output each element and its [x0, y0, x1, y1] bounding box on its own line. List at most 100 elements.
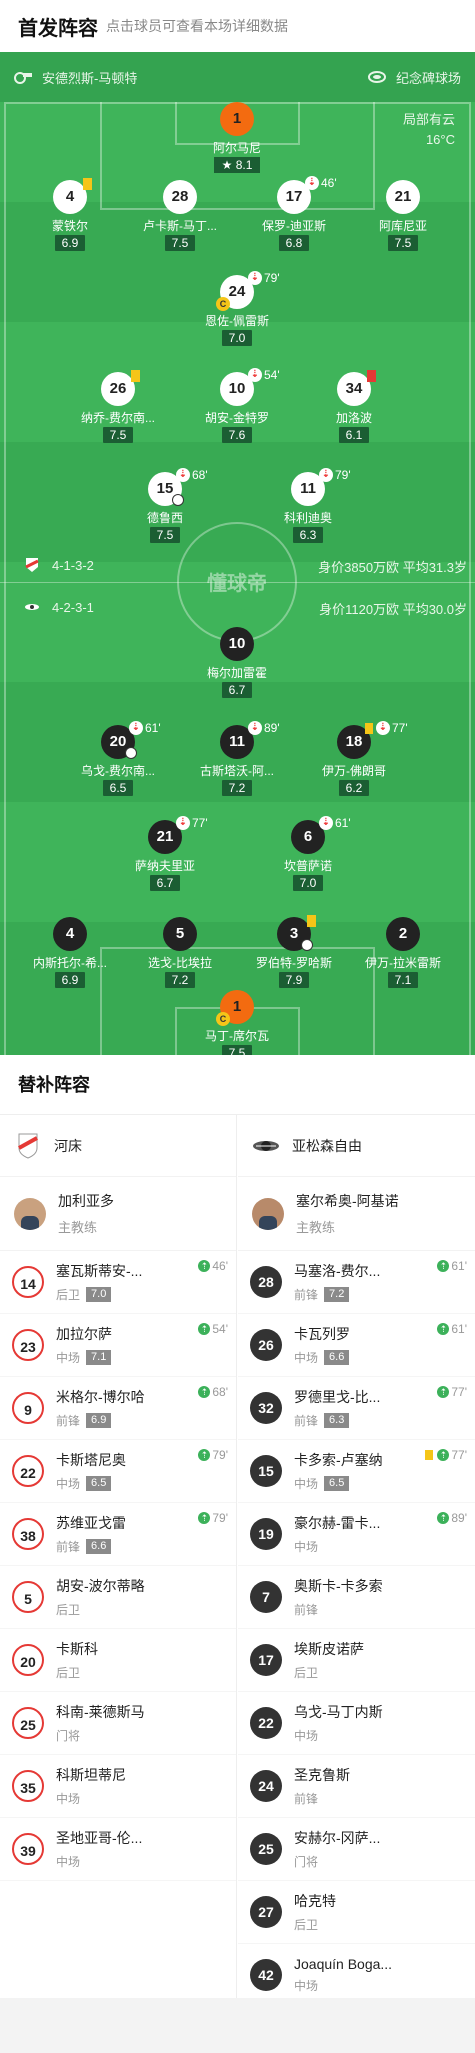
player-name: 保罗-迪亚斯	[262, 219, 326, 233]
player-rating: 7.0	[86, 1287, 112, 1302]
away-player-2[interactable]: 2 伊万-拉米雷斯 7.1	[348, 917, 458, 997]
home-coach[interactable]: 加利亚多 主教练	[0, 1177, 236, 1251]
sub-player-row[interactable]: 22 卡斯塔尼奥 中场 6.5 ⇡ 79'	[0, 1440, 236, 1503]
player-name: 苏维亚戈雷	[56, 1515, 126, 1531]
sub-player-row[interactable]: 25 安赫尔-冈萨... 门将	[238, 1818, 475, 1881]
away-player-1[interactable]: 1 C 马丁-席尔瓦 7.5	[182, 990, 292, 1055]
player-name: 塞瓦斯蒂安-...	[56, 1263, 143, 1279]
coach-role: 主教练	[58, 1220, 98, 1235]
sub-on-icon: ⇡	[437, 1386, 450, 1398]
sub-player-row[interactable]: 32 罗德里戈-比... 前锋 6.3 ⇡ 77'	[238, 1377, 475, 1440]
away-player-10[interactable]: 10 梅尔加雷霍 6.7	[182, 627, 292, 707]
sub-minute: 61'	[335, 816, 351, 830]
home-player-17[interactable]: 17 ⇣ 46' 保罗-迪亚斯 6.8	[239, 176, 349, 260]
sub-off-indicator: ⇣ 77'	[365, 721, 408, 735]
sub-player-row[interactable]: 38 苏维亚戈雷 前锋 6.6 ⇡ 79'	[0, 1503, 236, 1566]
home-player-28[interactable]: 28 卢卡斯-马丁... 7.5	[125, 180, 235, 260]
whistle-icon	[14, 72, 32, 84]
libertad-logo-icon	[253, 1140, 279, 1151]
home-player-1[interactable]: 1 阿尔马尼 ★ 8.1	[182, 102, 292, 182]
sub-on-icon: ⇡	[437, 1449, 450, 1461]
home-player-24[interactable]: 24 C ⇣ 79' 恩佐-佩雷斯 7.0	[182, 271, 292, 355]
player-name: 乌戈-马丁内斯	[294, 1704, 383, 1720]
away-player-6[interactable]: 6 ⇣ 61' 坎普萨诺 7.0	[253, 816, 363, 900]
sub-player-row[interactable]: 17 埃斯皮诺萨 后卫	[238, 1629, 475, 1692]
sub-minute: 89'	[451, 1511, 467, 1525]
away-team-row[interactable]: 亚松森自由	[238, 1115, 475, 1177]
player-rating: 7.2	[165, 972, 195, 988]
home-player-21[interactable]: 21 阿库尼亚 7.5	[348, 180, 458, 260]
player-position: 中场	[294, 1477, 319, 1491]
player-name: 选戈-比埃拉	[148, 956, 212, 970]
sub-minute: 46'	[212, 1259, 228, 1273]
weather-info: 局部有云 16°C	[403, 110, 455, 150]
sub-player-row[interactable]: 19 豪尔赫-雷卡... 中场 ⇡ 89'	[238, 1503, 475, 1566]
home-player-10[interactable]: 10 ⇣ 54' 胡安-金特罗 7.6	[182, 368, 292, 452]
sub-on-indicator: ⇡ 61'	[437, 1259, 467, 1273]
away-player-4[interactable]: 4 内斯托尔-希... 6.9	[15, 917, 125, 997]
formation-text: 4-1-3-2	[52, 557, 94, 573]
player-position: 后卫	[294, 1666, 319, 1680]
away-player-3[interactable]: 3 罗伯特-罗哈斯 7.9	[239, 915, 349, 997]
sub-player-row[interactable]: 27 哈克特 后卫	[238, 1881, 475, 1944]
sub-player-row[interactable]: 24 圣克鲁斯 前锋	[238, 1755, 475, 1818]
subs-columns: 河床 加利亚多 主教练 14 塞瓦斯蒂安-... 后卫 7.0 ⇡ 46' 23 加拉尔萨 中场 7…	[0, 1115, 475, 2035]
sub-on-icon: ⇡	[198, 1386, 211, 1398]
sub-minute: 68'	[192, 468, 208, 482]
home-player-26[interactable]: 26 纳乔-费尔南... 7.5	[63, 370, 173, 452]
lineup-hint: 点击球员可查看本场详细数据	[106, 18, 288, 34]
sub-player-row[interactable]: 7 奥斯卡-卡多索 前锋	[238, 1566, 475, 1629]
player-position: 前锋	[56, 1414, 81, 1428]
home-player-11[interactable]: 11 ⇣ 79' 科利迪奥 6.3	[253, 468, 363, 552]
player-rating: 7.1	[86, 1350, 112, 1365]
team-name: 河床	[54, 1137, 82, 1154]
sub-player-row[interactable]: 22 乌戈-马丁内斯 中场	[238, 1692, 475, 1755]
venue-bar: 安德烈斯-马顿特 纪念碑球场	[0, 52, 475, 102]
sub-player-row[interactable]: 23 加拉尔萨 中场 7.1 ⇡ 54'	[0, 1314, 236, 1377]
home-player-4[interactable]: 4 蒙铁尔 6.9	[15, 178, 125, 260]
sub-minute: 89'	[264, 721, 280, 735]
sub-off-indicator: ⇣ 79'	[248, 271, 280, 285]
away-player-20[interactable]: 20 ⇣ 61' 乌戈-费尔南... 6.5	[63, 721, 173, 805]
player-number: 20	[12, 1644, 44, 1676]
sub-on-indicator: ⇡ 77'	[425, 1448, 467, 1462]
sub-player-row[interactable]: 14 塞瓦斯蒂安-... 后卫 7.0 ⇡ 46'	[0, 1251, 236, 1314]
away-player-18[interactable]: 18 ⇣ 77' 伊万-佛朗哥 6.2	[299, 721, 409, 805]
away-coach[interactable]: 塞尔希奥-阿基诺 主教练	[238, 1177, 475, 1251]
home-player-15[interactable]: 15 ⇣ 68' 德鲁西 7.5	[110, 468, 220, 552]
sub-player-row[interactable]: 28 马塞洛-费尔... 前锋 7.2 ⇡ 61'	[238, 1251, 475, 1314]
player-name: 圣克鲁斯	[294, 1767, 350, 1783]
sub-player-row[interactable]: 15 卡多索-卢塞纳 中场 6.5 ⇡ 77'	[238, 1440, 475, 1503]
player-position: 中场	[56, 1855, 81, 1869]
sub-off-indicator: ⇣ 46'	[305, 176, 337, 190]
player-number: 42	[250, 1959, 282, 1991]
sub-off-icon: ⇣	[129, 721, 143, 735]
away-player-21[interactable]: 21 ⇣ 77' 萨纳夫里亚 6.7	[110, 816, 220, 900]
player-rating: 7.2	[324, 1287, 350, 1302]
sub-on-icon: ⇡	[437, 1260, 450, 1272]
weather-text: 局部有云	[402, 112, 455, 127]
sub-player-row[interactable]: 39 圣地亚哥-伦... 中场	[0, 1818, 236, 1881]
sub-minute: 79'	[212, 1511, 228, 1525]
sub-minute: 61'	[451, 1322, 467, 1336]
player-name: Joaquín Boga...	[294, 1956, 393, 1972]
home-team-row[interactable]: 河床	[0, 1115, 236, 1177]
home-value: 身价3850万欧 平均31.3岁	[318, 557, 467, 576]
player-position: 后卫	[56, 1603, 81, 1617]
goal-ball-icon	[301, 939, 313, 951]
home-player-34[interactable]: 34 加洛波 6.1	[299, 370, 409, 452]
player-number: 28	[250, 1266, 282, 1298]
sub-player-row[interactable]: 26 卡瓦列罗 中场 6.6 ⇡ 61'	[238, 1314, 475, 1377]
player-number: 38	[12, 1518, 44, 1550]
sub-player-row[interactable]: 5 胡安-波尔蒂略 后卫	[0, 1566, 236, 1629]
sub-player-row[interactable]: 20 卡斯科 后卫	[0, 1629, 236, 1692]
stadium-name: 纪念碑球场	[395, 70, 461, 86]
sub-player-row[interactable]: 25 科南-莱德斯马 门将	[0, 1692, 236, 1755]
sub-player-row[interactable]: 9 米格尔-博尔哈 前锋 6.9 ⇡ 68'	[0, 1377, 236, 1440]
player-position: 中场	[294, 1729, 319, 1743]
sub-on-icon: ⇡	[437, 1512, 450, 1524]
player-rating: 6.1	[339, 427, 369, 443]
away-player-11[interactable]: 11 ⇣ 89' 古斯塔沃-阿... 7.2	[182, 721, 292, 805]
sub-player-row[interactable]: 35 科斯坦蒂尼 中场	[0, 1755, 236, 1818]
away-player-5[interactable]: 5 选戈-比埃拉 7.2	[125, 917, 235, 997]
